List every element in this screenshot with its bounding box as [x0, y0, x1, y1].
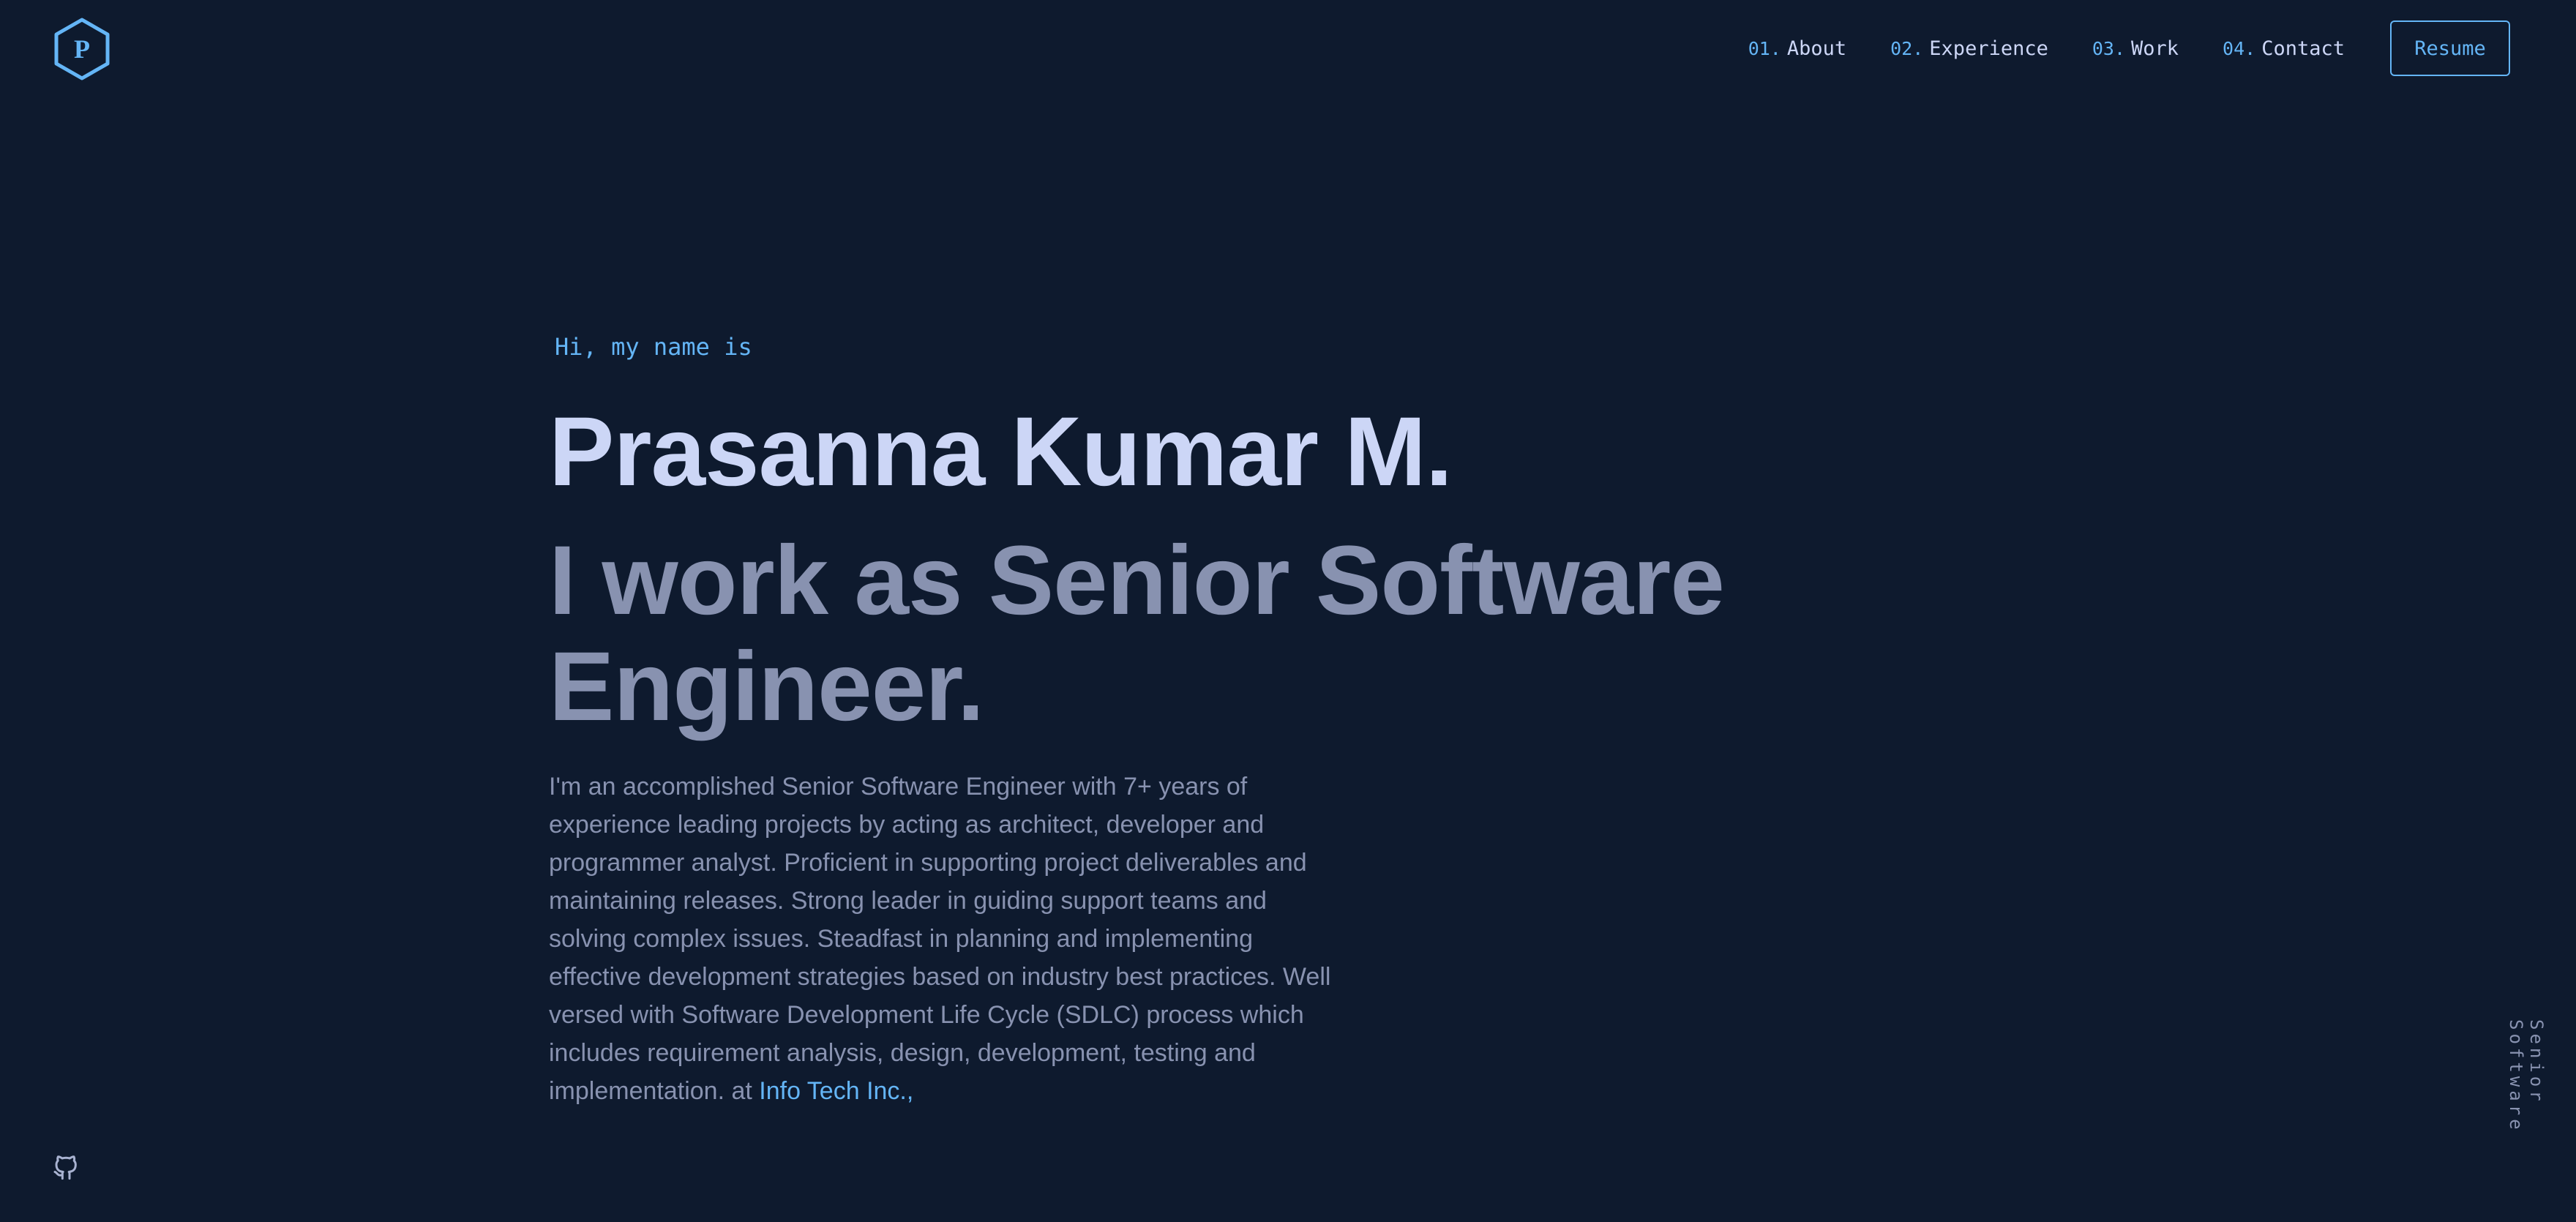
nav-item-contact[interactable]: 04. Contact — [2223, 37, 2345, 60]
hero-name: Prasanna Kumar M. — [549, 397, 1453, 506]
nav-item-label: Work — [2131, 37, 2179, 60]
hero-tagline: I work as Senior Software Engineer. — [549, 526, 1725, 741]
nav-item-number: 03. — [2092, 37, 2126, 59]
github-icon — [53, 1155, 77, 1180]
nav-item-work[interactable]: 03. Work — [2092, 37, 2179, 60]
nav-item-number: 01. — [1748, 37, 1781, 59]
hero-bio: I'm an accomplished Senior Software Engi… — [549, 768, 1336, 1110]
logo-letter: P — [74, 34, 90, 64]
resume-button[interactable]: Resume — [2390, 20, 2510, 76]
nav-item-label: About — [1786, 37, 1847, 60]
nav-item-number: 02. — [1890, 37, 1924, 59]
site-logo[interactable]: P — [53, 18, 111, 80]
hero-bio-text: I'm an accomplished Senior Software Engi… — [549, 773, 1331, 1105]
nav-item-about[interactable]: 01. About — [1748, 37, 1846, 60]
hero-section: Hi, my name is Prasanna Kumar M. I work … — [549, 333, 1866, 1110]
nav-item-label: Contact — [2261, 37, 2345, 60]
main-nav: 01. About 02. Experience 03. Work 04. Contac… — [1704, 20, 2510, 76]
hexagon-logo-icon: P — [54, 18, 110, 80]
side-vertical-text: Senior Software — [2506, 1019, 2547, 1133]
hero-greeting: Hi, my name is — [555, 333, 752, 361]
nav-item-label: Experience — [1929, 37, 2048, 60]
nav-item-experience[interactable]: 02. Experience — [1890, 37, 2048, 60]
nav-item-number: 04. — [2223, 37, 2256, 59]
github-link[interactable] — [51, 1150, 80, 1182]
company-link[interactable]: Info Tech Inc., — [759, 1077, 913, 1105]
